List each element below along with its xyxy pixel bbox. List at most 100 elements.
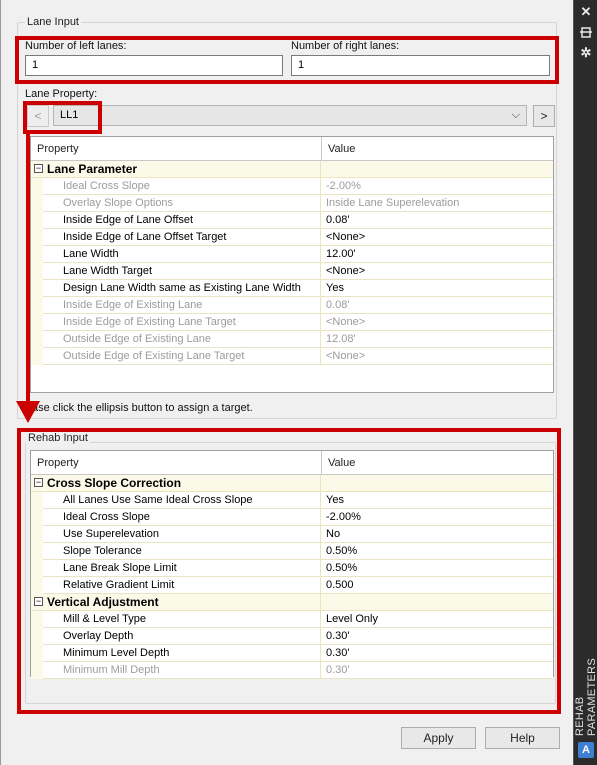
row-gutter (31, 662, 43, 679)
row-gutter (31, 263, 43, 280)
property-row[interactable]: All Lanes Use Same Ideal Cross Slope Yes (31, 492, 553, 509)
property-name: Inside Edge of Existing Lane Target (43, 314, 321, 331)
property-value: 12.08' (321, 331, 553, 348)
property-value[interactable]: 0.30' (321, 628, 553, 645)
property-value[interactable]: 0.500 (321, 577, 553, 594)
property-row[interactable]: Lane Break Slope Limit 0.50% (31, 560, 553, 577)
lane-property-grid: Property Value Lane Parameter − Ideal Cros… (30, 136, 554, 393)
property-value[interactable]: Level Only (321, 611, 553, 628)
collapse-icon[interactable]: − (34, 597, 43, 606)
property-name: Outside Edge of Existing Lane (43, 331, 321, 348)
category-label: Vertical Adjustment (31, 594, 321, 611)
rehab-grid-col-property[interactable]: Property (31, 451, 79, 475)
property-value[interactable]: Yes (321, 492, 553, 509)
property-row[interactable]: Ideal Cross Slope -2.00% (31, 178, 553, 195)
property-value[interactable]: -2.00% (321, 509, 553, 526)
property-row[interactable]: Ideal Cross Slope -2.00% (31, 509, 553, 526)
category-row[interactable]: Vertical Adjustment − (31, 594, 553, 611)
right-lanes-input[interactable]: 1 (291, 55, 550, 76)
row-gutter (31, 628, 43, 645)
property-value[interactable]: No (321, 526, 553, 543)
row-gutter (31, 611, 43, 628)
lane-grid-col-property[interactable]: Property (31, 137, 79, 161)
app-logo-icon: A (578, 742, 594, 758)
row-gutter (31, 212, 43, 229)
property-row[interactable]: Use Superelevation No (31, 526, 553, 543)
property-row[interactable]: Inside Edge of Existing Lane Target <None… (31, 314, 553, 331)
property-value[interactable]: 0.50% (321, 543, 553, 560)
category-row[interactable]: Cross Slope Correction − (31, 475, 553, 492)
right-lanes-label: Number of right lanes: (291, 40, 400, 52)
property-row[interactable]: Mill & Level Type Level Only (31, 611, 553, 628)
palette-title-bar: ✕ ✲ REHAB PARAMETERS A (573, 0, 597, 765)
property-value[interactable]: Yes (321, 280, 553, 297)
close-icon[interactable]: ✕ (577, 5, 595, 19)
property-value[interactable]: 0.08' (321, 212, 553, 229)
collapse-icon[interactable]: − (34, 164, 43, 173)
property-value[interactable]: <None> (321, 229, 553, 246)
property-name: Overlay Slope Options (43, 195, 321, 212)
row-gutter (31, 560, 43, 577)
auto-hide-icon[interactable] (577, 26, 595, 40)
category-row[interactable]: Lane Parameter − (31, 161, 553, 178)
category-label: Cross Slope Correction (31, 475, 321, 492)
property-name: Ideal Cross Slope (43, 178, 321, 195)
property-row[interactable]: Inside Edge of Lane Offset 0.08' (31, 212, 553, 229)
property-value[interactable]: 12.00' (321, 246, 553, 263)
property-row[interactable]: Inside Edge of Lane Offset Target <None> (31, 229, 553, 246)
category-value (321, 594, 553, 611)
row-gutter (31, 178, 43, 195)
lane-select[interactable]: LL1 ⌵ (53, 105, 527, 126)
lane-grid-header: Property Value (31, 137, 553, 161)
palette-main: Lane Input Number of left lanes: 1 Numbe… (0, 0, 573, 765)
property-row[interactable]: Lane Width Target <None> (31, 263, 553, 280)
property-row[interactable]: Lane Width 12.00' (31, 246, 553, 263)
target-hint-text: ase click the ellipsis button to assign … (32, 402, 253, 414)
property-name: Lane Width (43, 246, 321, 263)
property-name: Ideal Cross Slope (43, 509, 321, 526)
property-name: Slope Tolerance (43, 543, 321, 560)
property-name: Inside Edge of Existing Lane (43, 297, 321, 314)
property-row[interactable]: Relative Gradient Limit 0.500 (31, 577, 553, 594)
row-gutter (31, 195, 43, 212)
property-row[interactable]: Outside Edge of Existing Lane 12.08' (31, 331, 553, 348)
property-name: Outside Edge of Existing Lane Target (43, 348, 321, 365)
property-row[interactable]: Overlay Depth 0.30' (31, 628, 553, 645)
row-gutter (31, 246, 43, 263)
category-value (321, 475, 553, 492)
property-value[interactable]: 0.50% (321, 560, 553, 577)
collapse-icon[interactable]: − (34, 478, 43, 487)
row-gutter (31, 577, 43, 594)
property-value: 0.30' (321, 662, 553, 679)
property-row[interactable]: Minimum Mill Depth 0.30' (31, 662, 553, 679)
property-name: Overlay Depth (43, 628, 321, 645)
property-row[interactable]: Outside Edge of Existing Lane Target <Non… (31, 348, 553, 365)
property-name: Design Lane Width same as Existing Lane … (43, 280, 321, 297)
property-name: All Lanes Use Same Ideal Cross Slope (43, 492, 321, 509)
property-name: Lane Width Target (43, 263, 321, 280)
property-row[interactable]: Minimum Level Depth 0.30' (31, 645, 553, 662)
property-name: Mill & Level Type (43, 611, 321, 628)
property-row[interactable]: Inside Edge of Existing Lane 0.08' (31, 297, 553, 314)
property-row[interactable]: Slope Tolerance 0.50% (31, 543, 553, 560)
property-value[interactable]: 0.30' (321, 645, 553, 662)
rehab-property-grid: Property Value Cross Slope Correction − Al… (30, 450, 554, 679)
rehab-grid-col-value[interactable]: Value (322, 451, 355, 475)
annotation-arrow-head (16, 401, 40, 423)
lane-grid-col-value[interactable]: Value (322, 137, 355, 161)
left-lanes-label: Number of left lanes: (25, 40, 127, 52)
help-button[interactable]: Help (485, 727, 560, 749)
apply-button[interactable]: Apply (401, 727, 476, 749)
property-value: -2.00% (321, 178, 553, 195)
next-lane-button[interactable]: > (533, 105, 555, 127)
gear-icon[interactable]: ✲ (577, 46, 595, 60)
property-name: Inside Edge of Lane Offset Target (43, 229, 321, 246)
left-lanes-input[interactable]: 1 (25, 55, 283, 76)
palette-title: REHAB PARAMETERS (574, 658, 597, 736)
chevron-down-icon: ⌵ (511, 109, 520, 121)
prev-lane-button[interactable]: < (27, 105, 49, 127)
property-row[interactable]: Design Lane Width same as Existing Lane … (31, 280, 553, 297)
property-name: Relative Gradient Limit (43, 577, 321, 594)
property-value[interactable]: <None> (321, 263, 553, 280)
property-row[interactable]: Overlay Slope Options Inside Lane Superel… (31, 195, 553, 212)
